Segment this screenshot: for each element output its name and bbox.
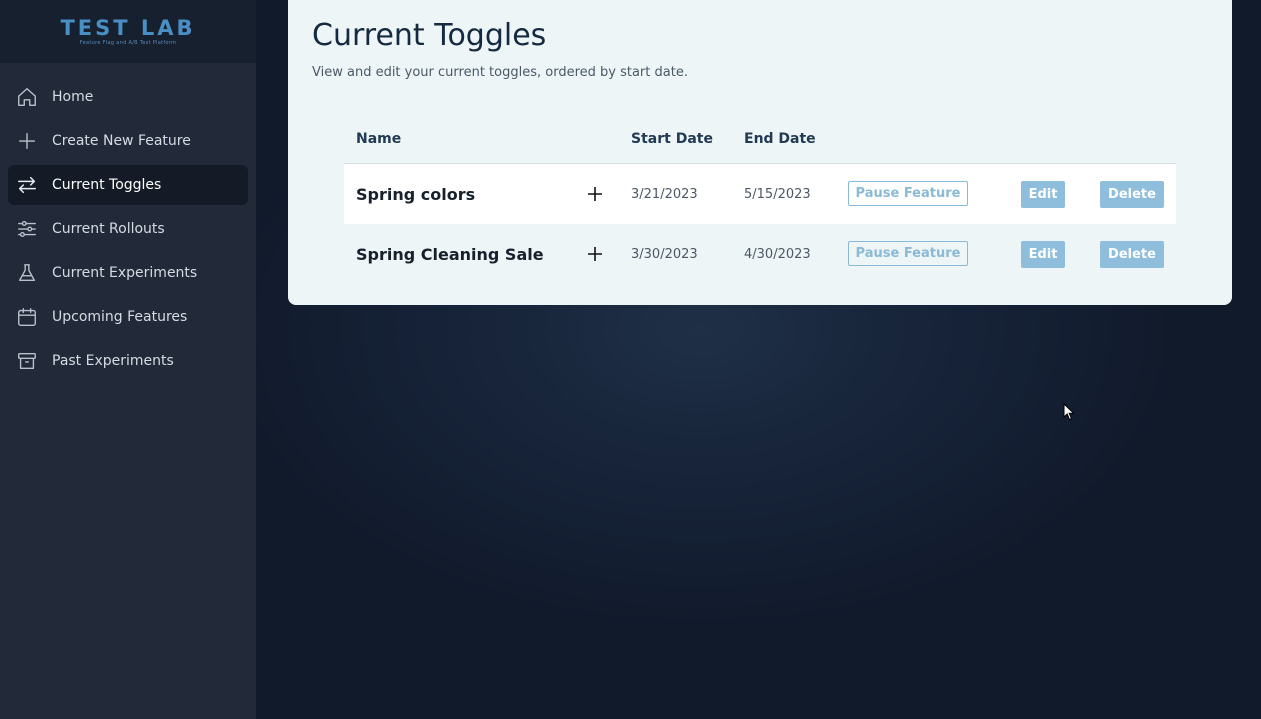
flask-icon xyxy=(16,262,38,284)
sidebar-nav: Home Create New Feature Current Toggles … xyxy=(8,77,248,385)
start-date: 3/21/2023 xyxy=(631,186,698,202)
expand-plus-icon[interactable] xyxy=(584,164,606,224)
sidebar-item-label: Past Experiments xyxy=(52,353,174,369)
toggles-card: Current Toggles View and edit your curre… xyxy=(288,0,1232,305)
delete-button[interactable]: Delete xyxy=(1100,241,1164,268)
calendar-icon xyxy=(16,306,38,328)
sidebar-item-current-experiments[interactable]: Current Experiments xyxy=(8,253,248,293)
plus-icon xyxy=(16,130,38,152)
sidebar-item-label: Current Toggles xyxy=(52,177,162,193)
feature-name: Spring Cleaning Sale xyxy=(356,244,544,264)
mouse-cursor-icon xyxy=(1063,403,1075,421)
sidebar-item-home[interactable]: Home xyxy=(8,77,248,117)
sidebar-item-label: Home xyxy=(52,89,94,105)
column-header-end-date: End Date xyxy=(744,131,816,147)
pause-feature-button[interactable]: Pause Feature xyxy=(848,181,968,206)
delete-button[interactable]: Delete xyxy=(1100,181,1164,208)
feature-name: Spring colors xyxy=(356,184,476,204)
column-header-name: Name xyxy=(356,131,402,147)
page-title: Current Toggles xyxy=(312,18,547,53)
edit-button[interactable]: Edit xyxy=(1021,181,1065,208)
end-date: 4/30/2023 xyxy=(744,246,811,262)
end-date: 5/15/2023 xyxy=(744,186,811,202)
archive-icon xyxy=(16,350,38,372)
edit-button[interactable]: Edit xyxy=(1021,241,1065,268)
sidebar-item-label: Create New Feature xyxy=(52,133,191,149)
sidebar: TEST LAB Feature Flag and A/B Test Platf… xyxy=(0,0,256,719)
pause-feature-button[interactable]: Pause Feature xyxy=(848,241,968,266)
sidebar-item-current-toggles[interactable]: Current Toggles xyxy=(8,165,248,205)
brand-title: TEST LAB xyxy=(60,16,196,40)
toggles-table: Name Start Date End Date Spring colors 3… xyxy=(344,120,1176,284)
sidebar-item-label: Current Rollouts xyxy=(52,221,165,237)
home-icon xyxy=(16,86,38,108)
table-row: Spring colors 3/21/2023 5/15/2023 Pause … xyxy=(344,164,1176,224)
sidebar-item-current-rollouts[interactable]: Current Rollouts xyxy=(8,209,248,249)
expand-plus-icon[interactable] xyxy=(584,224,606,284)
sidebar-item-past-experiments[interactable]: Past Experiments xyxy=(8,341,248,381)
brand-logo[interactable]: TEST LAB Feature Flag and A/B Test Platf… xyxy=(0,0,256,63)
sidebar-item-label: Current Experiments xyxy=(52,265,198,281)
sidebar-item-upcoming-features[interactable]: Upcoming Features xyxy=(8,297,248,337)
start-date: 3/30/2023 xyxy=(631,246,698,262)
sidebar-item-label: Upcoming Features xyxy=(52,309,188,325)
table-header: Name Start Date End Date xyxy=(344,120,1176,164)
sidebar-item-create-new-feature[interactable]: Create New Feature xyxy=(8,121,248,161)
table-row: Spring Cleaning Sale 3/30/2023 4/30/2023… xyxy=(344,224,1176,284)
column-header-start-date: Start Date xyxy=(631,131,713,147)
arrows-swap-icon xyxy=(16,174,38,196)
brand-subtitle: Feature Flag and A/B Test Platform xyxy=(79,40,177,46)
sliders-icon xyxy=(16,218,38,240)
page-subtitle: View and edit your current toggles, orde… xyxy=(312,65,688,80)
